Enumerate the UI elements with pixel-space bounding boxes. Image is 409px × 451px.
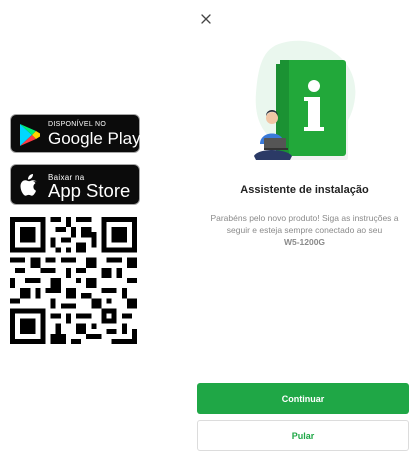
google-play-icon [20,124,40,146]
google-play-badge[interactable]: DISPONÍVEL NO Google Play [10,114,141,153]
apple-icon [20,174,37,196]
wizard-title: Assistente de instalação [240,184,369,196]
skip-button[interactable]: Pular [197,420,409,451]
setup-illustration [254,40,356,160]
app-store-big-text: App Store [48,180,131,201]
close-icon [201,14,211,24]
qr-code [10,217,137,344]
google-play-big-text: Google Play [48,129,141,148]
app-store-badge[interactable]: Baixar na App Store [10,164,140,205]
wizard-description: Parabéns pelo novo produto! Siga as inst… [200,212,409,248]
description-text: Parabéns pelo novo produto! Siga as inst… [210,213,399,235]
close-button[interactable] [197,10,215,28]
model-name: W5-1200G [283,237,326,247]
google-play-small-text: DISPONÍVEL NO [48,121,107,128]
continue-button[interactable]: Continuar [197,383,409,414]
